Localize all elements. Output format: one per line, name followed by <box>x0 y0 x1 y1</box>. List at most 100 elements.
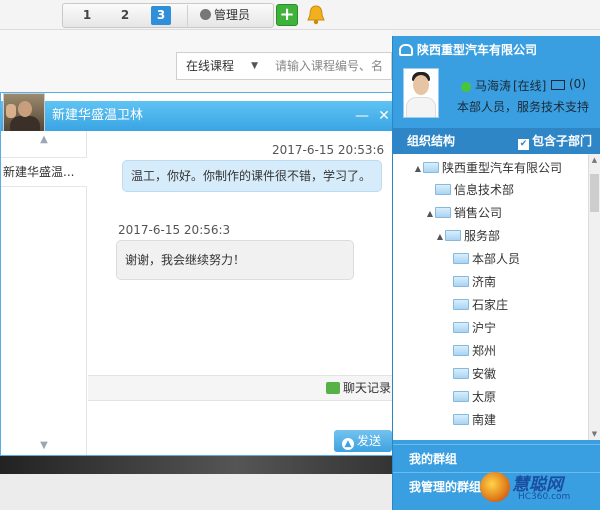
page-button-2[interactable]: 2 <box>115 6 135 25</box>
tree-node-label: 南建 <box>472 413 497 427</box>
user-department: 本部人员，服务技术支持 <box>457 100 590 114</box>
tree-node[interactable]: ▲ 服务部 <box>435 226 500 246</box>
hc360-logo-icon <box>480 472 510 502</box>
user-avatar[interactable] <box>403 68 439 118</box>
watermark-site: HC360.com <box>518 492 571 502</box>
chat-history-label: 聊天记录 <box>342 381 391 395</box>
tree-node-label: 陕西重型汽车有限公司 <box>442 161 563 175</box>
folder-icon <box>435 207 451 218</box>
collapse-icon[interactable]: ▲ <box>413 159 423 179</box>
org-structure-header: 组织结构 ✔ 包含子部门 <box>393 128 600 154</box>
company-name: 陕西重型汽车有限公司 <box>417 43 538 57</box>
include-subdepartments-checkbox[interactable]: ✔ 包含子部门 <box>518 128 592 154</box>
tree-node-label: 信息技术部 <box>454 183 515 197</box>
checkbox-icon: ✔ <box>518 139 529 150</box>
admin-label: 管理员 <box>214 8 251 22</box>
message-time: 2017-6-15 20:53:6 <box>272 143 385 157</box>
tree-node-label: 济南 <box>472 275 497 289</box>
page-button-1[interactable]: 1 <box>77 6 97 25</box>
my-groups-bar[interactable]: 我的群组 <box>393 444 600 472</box>
tree-node[interactable]: ▲ 陕西重型汽车有限公司 <box>413 158 562 178</box>
folder-icon <box>453 276 469 287</box>
tree-node[interactable]: 郑州 <box>453 341 496 361</box>
tree-node[interactable]: 济南 <box>453 272 496 292</box>
user-name: 马海涛 <box>475 79 512 93</box>
tree-node[interactable]: 本部人员 <box>453 249 520 269</box>
bell-icon[interactable] <box>306 4 326 26</box>
tree-node-label: 安徽 <box>472 367 497 381</box>
collapse-icon[interactable]: ▲ <box>435 227 445 247</box>
tree-node[interactable]: 南建 <box>453 410 496 430</box>
user-status[interactable]: [在线] <box>513 77 546 94</box>
desktop-background <box>0 456 395 474</box>
admin-button[interactable]: 管理员 <box>187 5 271 26</box>
tree-node-label: 沪宁 <box>472 321 497 335</box>
scroll-up-icon[interactable]: ▲ <box>1 131 87 149</box>
chat-title: 新建华盛温卫林 <box>52 108 144 123</box>
collapse-icon[interactable]: ▲ <box>425 204 435 224</box>
tree-node-label: 本部人员 <box>472 252 521 266</box>
bottom-area <box>0 474 395 510</box>
minimize-icon[interactable]: — <box>351 101 373 131</box>
include-subdepartments-label: 包含子部门 <box>532 134 593 148</box>
company-header: 陕西重型汽车有限公司 <box>393 36 600 64</box>
session-list: ▲ 新建华盛温... ▼ <box>1 131 87 455</box>
send-label: 发送 <box>357 434 382 448</box>
user-profile: 马海涛 [在线] (0) 本部人员，服务技术支持 <box>393 64 600 128</box>
add-button[interactable]: + <box>276 4 298 26</box>
session-item[interactable]: 新建华盛温... <box>1 157 87 187</box>
message-bubble-received: 谢谢，我会继续努力！ <box>116 240 354 280</box>
tree-node-label: 郑州 <box>472 344 497 358</box>
scroll-up-icon[interactable]: ▲ <box>589 156 600 164</box>
folder-icon <box>445 230 461 241</box>
chat-title-bar: 新建华盛温卫林 — ✕ <box>1 101 397 131</box>
org-structure-label: 组织结构 <box>407 134 456 148</box>
page-button-3[interactable]: 3 <box>151 6 171 25</box>
tree-node[interactable]: 沪宁 <box>453 318 496 338</box>
mail-count: (0) <box>569 77 586 91</box>
message-area: 2017-6-15 20:53:6 温工，你好。你制作的课件很不错，学习了。 2… <box>88 131 397 375</box>
course-type-value: 在线课程 <box>186 59 235 73</box>
scroll-down-icon[interactable]: ▼ <box>589 430 600 438</box>
user-icon <box>200 9 211 20</box>
tree-node-label: 太原 <box>472 390 497 404</box>
scroll-down-icon[interactable]: ▼ <box>1 437 87 455</box>
course-type-select[interactable]: 在线课程 ▼ <box>176 52 266 80</box>
chat-history-button[interactable]: 聊天记录 <box>325 380 391 396</box>
folder-icon <box>453 299 469 310</box>
send-icon: ▲ <box>342 438 354 450</box>
watermark: 慧聪网 HC360.com <box>480 470 598 508</box>
folder-icon <box>423 162 439 173</box>
folder-icon <box>453 322 469 333</box>
course-search-bar: 在线课程 ▼ 请输入课程编号、名 <box>0 30 392 98</box>
send-button[interactable]: ▲ 发送 <box>334 430 392 452</box>
tree-node-label: 服务部 <box>464 229 501 243</box>
group-icon <box>399 44 413 56</box>
message-time: 2017-6-15 20:56:3 <box>118 223 231 237</box>
chat-history-icon <box>325 382 340 394</box>
tree-node-label: 销售公司 <box>454 206 503 220</box>
tree-node[interactable]: ▲ 销售公司 <box>425 203 502 223</box>
tree-node-label: 石家庄 <box>472 298 509 312</box>
chat-window: 新建华盛温卫林 — ✕ ▲ 新建华盛温... ▼ 2017-6-15 20:53… <box>0 92 398 456</box>
chat-tools-bar: 聊天记录 <box>88 375 397 401</box>
toolbar-group: 1 2 3 管理员 <box>62 3 274 28</box>
folder-icon <box>453 414 469 425</box>
scroll-thumb[interactable] <box>590 174 599 212</box>
tree-node[interactable]: 太原 <box>453 387 496 407</box>
contacts-panel: 陕西重型汽车有限公司 马海涛 [在线] (0) 本部人员，服务技术支持 组织结构… <box>392 36 600 510</box>
tree-node[interactable]: 信息技术部 <box>435 180 514 200</box>
org-tree: ▲ 陕西重型汽车有限公司 信息技术部 ▲ 销售公司 ▲ 服务部 本部人员 济南 石家庄… <box>393 154 600 440</box>
folder-icon <box>453 391 469 402</box>
tree-scrollbar[interactable]: ▲ ▼ <box>588 154 600 440</box>
top-toolbar: 1 2 3 管理员 + <box>0 0 600 30</box>
message-bubble-sent: 温工，你好。你制作的课件很不错，学习了。 <box>122 160 382 192</box>
tree-node[interactable]: 安徽 <box>453 364 496 384</box>
online-status-icon[interactable] <box>461 82 471 92</box>
folder-icon <box>435 184 451 195</box>
mail-icon[interactable] <box>551 80 565 90</box>
folder-icon <box>453 253 469 264</box>
folder-icon <box>453 368 469 379</box>
course-search-input[interactable]: 请输入课程编号、名 <box>265 52 392 80</box>
tree-node[interactable]: 石家庄 <box>453 295 508 315</box>
